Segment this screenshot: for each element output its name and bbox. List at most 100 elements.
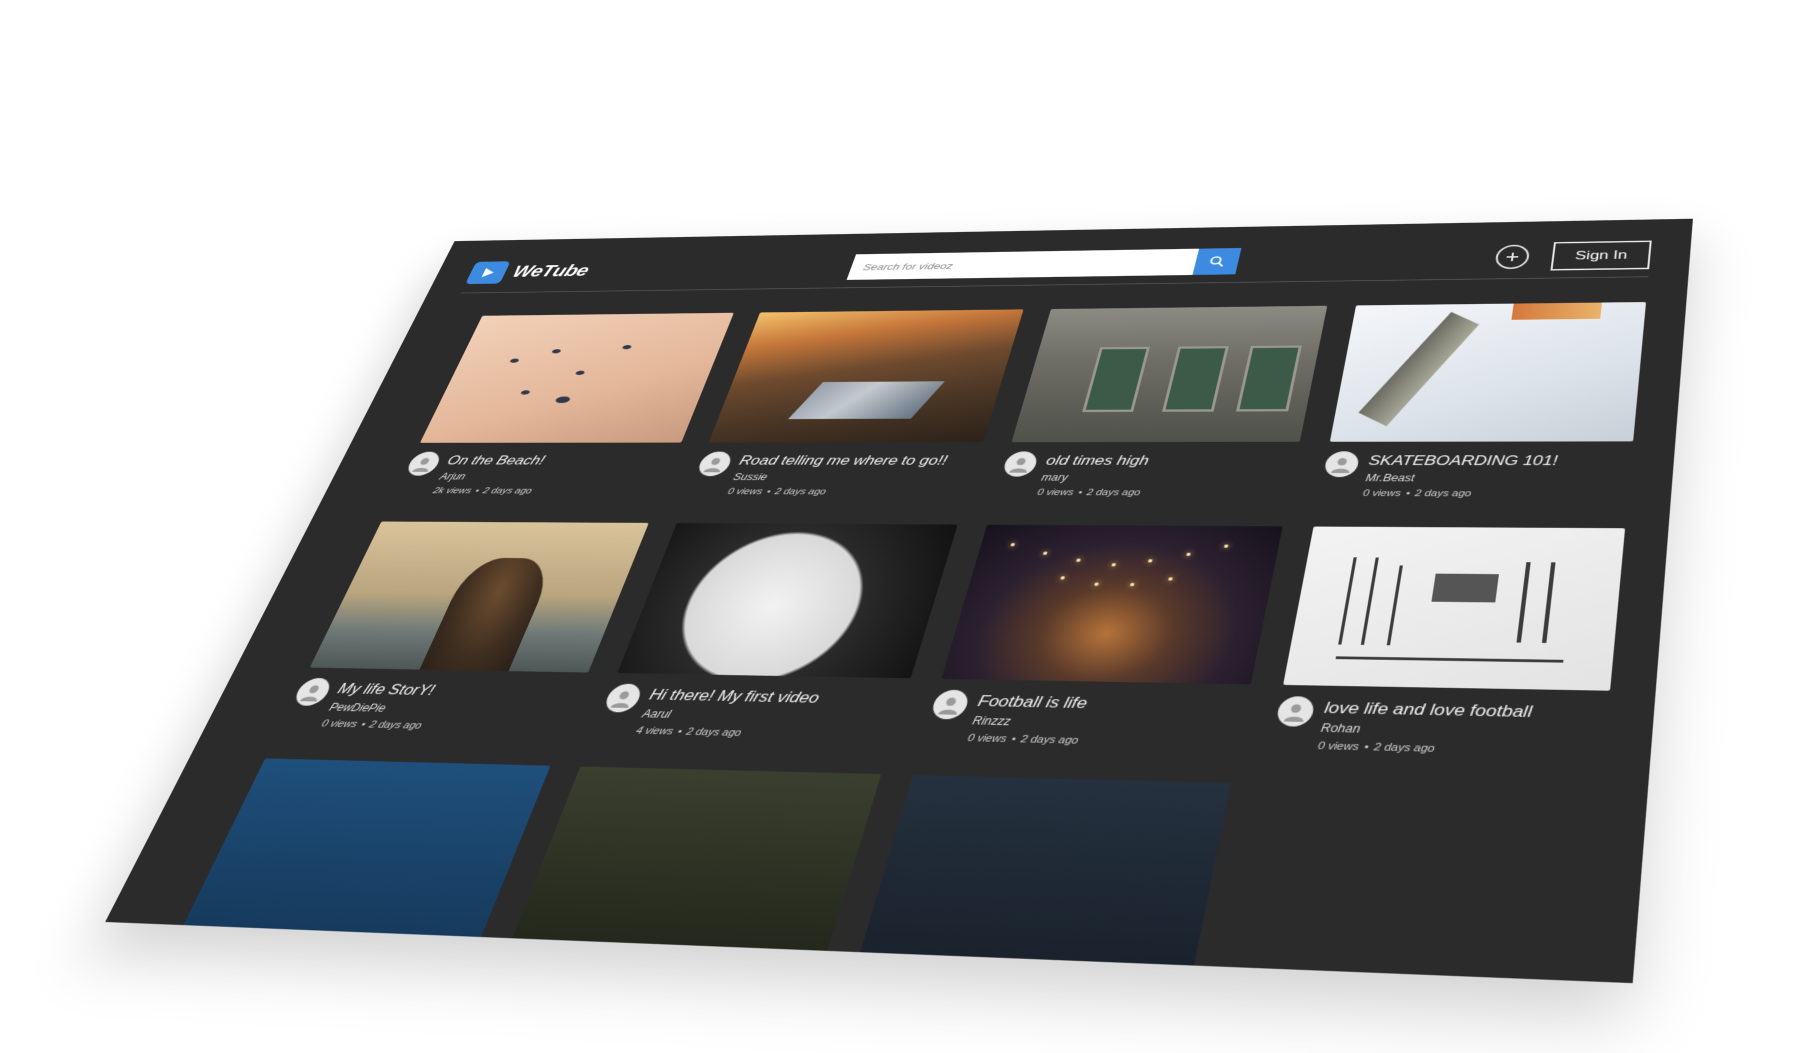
avatar[interactable] [695, 451, 735, 477]
video-text: Road telling me where to go!! Sussie 0 v… [726, 451, 950, 497]
video-title[interactable]: Road telling me where to go!! [737, 453, 949, 469]
sign-in-button[interactable]: Sign In [1550, 240, 1652, 271]
view-count: 0 views [1036, 487, 1075, 498]
video-card[interactable]: Football is life Rinzzz 0 views • 2 days a… [922, 524, 1283, 751]
search-button[interactable] [1192, 247, 1242, 275]
channel-name[interactable]: Sussie [732, 472, 944, 483]
video-thumbnail[interactable] [419, 312, 734, 443]
separator-dot: • [675, 726, 684, 738]
video-title[interactable]: My life StorY! [335, 680, 441, 699]
video-thumbnail[interactable] [511, 766, 882, 955]
video-thumbnail[interactable] [1329, 302, 1647, 442]
video-card[interactable]: Hi there! My first video Aarul 4 views•2… [593, 523, 958, 742]
video-card[interactable]: On the Beach! Arjun 2k views•2 days ago [394, 312, 734, 497]
video-meta: old times high mary 0 views • 2 days ago [995, 451, 1298, 498]
logo[interactable]: WeTube [465, 258, 726, 285]
view-count: 2k views [431, 486, 474, 496]
avatar[interactable] [291, 677, 335, 707]
video-text: old times high mary 0 views • 2 days ago [1036, 451, 1151, 498]
avatar[interactable] [1323, 451, 1361, 478]
view-count: 0 views [1362, 488, 1402, 499]
video-card[interactable]: Road telling me where to go!! Sussie 0 v… [687, 309, 1024, 497]
video-thumbnail[interactable] [181, 758, 551, 941]
play-icon [465, 261, 511, 285]
video-grid: On the Beach! Arjun 2k views•2 days ago … [181, 302, 1647, 983]
channel-name[interactable]: PewDiePie [327, 701, 431, 715]
logo-text: WeTube [509, 261, 593, 281]
separator-dot: • [1076, 487, 1084, 498]
separator-dot: • [1405, 488, 1411, 499]
add-video-button[interactable] [1494, 244, 1531, 270]
view-count: 0 views [726, 487, 764, 497]
video-text: My life StorY! PewDiePie 0 views•2 days … [319, 679, 441, 732]
video-card[interactable]: My life StorY! PewDiePie 0 views•2 days … [280, 521, 649, 734]
video-thumbnail[interactable] [941, 524, 1283, 685]
avatar[interactable] [1275, 696, 1316, 727]
video-text: On the Beach! Arjun 2k views•2 days ago [431, 452, 549, 496]
video-stats: 0 views•2 days ago [966, 733, 1079, 747]
video-card[interactable]: SKATEBOARDING 101! Mr.Beast 0 views • 2 da… [1319, 302, 1647, 499]
video-stats: 2k views•2 days ago [431, 486, 533, 495]
app-window: WeTube Sign In [105, 218, 1693, 984]
separator-dot: • [1363, 741, 1370, 754]
search-input[interactable] [846, 248, 1200, 280]
upload-age: 2 days ago [684, 726, 743, 739]
video-card[interactable] [511, 766, 882, 955]
video-text: Football is life Rinzzz 0 views • 2 days a… [966, 690, 1090, 746]
video-card[interactable]: love life and love football Rohan 0 view… [1270, 526, 1626, 759]
upload-age: 2 days ago [367, 719, 424, 732]
avatar[interactable] [403, 451, 444, 476]
video-thumbnail[interactable] [309, 521, 649, 673]
separator-dot: • [1010, 733, 1018, 746]
video-title[interactable]: love life and love football [1323, 699, 1533, 722]
video-title[interactable]: SKATEBOARDING 101! [1367, 453, 1558, 469]
video-title[interactable]: Hi there! My first video [647, 686, 822, 707]
avatar[interactable] [601, 683, 645, 713]
video-stats: 0 views•2 days ago [1362, 489, 1554, 499]
search-bar [846, 247, 1242, 280]
top-bar: WeTube Sign In [460, 233, 1653, 294]
channel-name[interactable]: Arjun [438, 471, 540, 482]
video-thumbnail[interactable] [859, 774, 1231, 969]
header-actions: Sign In [1494, 240, 1652, 272]
video-thumbnail[interactable] [617, 523, 958, 679]
video-card[interactable] [181, 758, 551, 941]
channel-name[interactable]: Rinzzz [971, 714, 1084, 729]
video-title[interactable]: On the Beach! [444, 453, 548, 468]
view-count: 4 views [634, 725, 675, 738]
video-thumbnail[interactable] [1011, 305, 1328, 443]
video-card[interactable]: old times high mary 0 views • 2 days ago [995, 305, 1328, 498]
stage: WeTube Sign In [0, 0, 1804, 1053]
video-meta: On the Beach! Arjun 2k views•2 days ago [394, 451, 677, 497]
video-thumbnail[interactable] [1283, 526, 1626, 691]
channel-name[interactable]: Aarul [640, 707, 814, 723]
channel-name[interactable]: Rohan [1320, 721, 1530, 739]
channel-name[interactable]: mary [1040, 472, 1146, 483]
video-text: SKATEBOARDING 101! Mr.Beast 0 views • 2 da… [1362, 451, 1559, 499]
video-stats: 0 views•2 days ago [1317, 740, 1528, 756]
view-count: 0 views [966, 732, 1008, 745]
video-stats: 4 views•2 days ago [634, 725, 808, 740]
video-title[interactable]: old times high [1044, 453, 1150, 469]
video-stats: 0 views•2 days ago [1036, 488, 1142, 498]
video-text: love life and love football Rohan 0 view… [1317, 697, 1533, 757]
view-count: 0 views [319, 718, 360, 730]
video-meta: Road telling me where to go!! Sussie 0 v… [687, 451, 980, 497]
separator-dot: • [358, 719, 368, 731]
separator-dot: • [765, 487, 773, 497]
avatar[interactable] [929, 689, 972, 720]
channel-name[interactable]: Mr.Beast [1365, 472, 1557, 484]
upload-age: 2 days ago [1414, 488, 1472, 499]
video-meta: love life and love football Rohan 0 view… [1270, 696, 1609, 759]
upload-age: 2 days ago [1373, 741, 1436, 755]
video-thumbnail[interactable] [708, 309, 1024, 443]
video-meta: Football is life Rinzzz 0 views • 2 days a… [922, 689, 1248, 751]
video-text: Hi there! My first video Aarul 4 views•2… [634, 684, 822, 740]
plus-icon [1504, 251, 1521, 263]
video-meta: SKATEBOARDING 101! Mr.Beast 0 views • 2 da… [1319, 451, 1632, 499]
upload-age: 2 days ago [1085, 487, 1142, 498]
video-title[interactable]: Football is life [976, 692, 1090, 712]
avatar[interactable] [1001, 451, 1040, 477]
video-meta: My life StorY! PewDiePie 0 views•2 days … [280, 677, 584, 735]
video-card[interactable] [859, 774, 1231, 969]
